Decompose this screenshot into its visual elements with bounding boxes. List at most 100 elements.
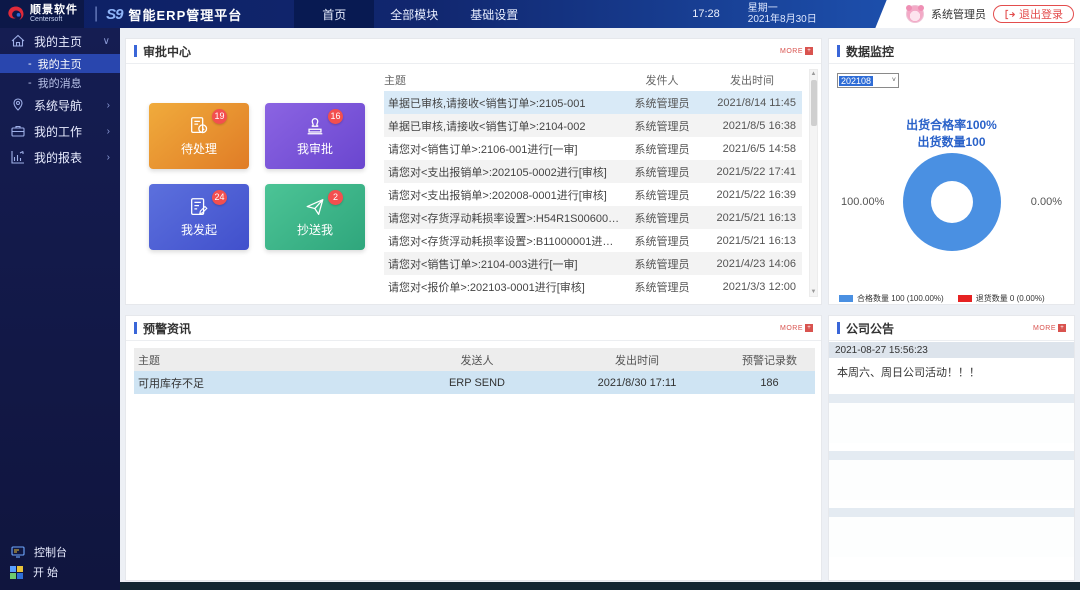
scroll-up-icon[interactable]: ▲ (810, 71, 817, 77)
announcement-empty-slot (829, 394, 1074, 403)
approvals-badge: 16 (328, 109, 343, 124)
chevron-down-icon: ∨ (103, 36, 110, 47)
panel-title: 公司公告 (837, 320, 894, 337)
bottom-strip (120, 582, 1080, 590)
scroll-down-icon[interactable]: ▼ (810, 289, 817, 295)
announcements-more-button[interactable]: MORE + (1033, 324, 1066, 332)
more-icon: + (1058, 324, 1066, 332)
more-label: MORE (780, 325, 803, 332)
console-button[interactable]: 控制台 (0, 542, 120, 562)
alerts-more-button[interactable]: MORE + (780, 324, 813, 332)
tile-pending[interactable]: 19 待处理 (149, 103, 249, 169)
tile-label: 我发起 (181, 221, 217, 238)
legend-entry-pass: 合格数量 100 (100.00%) (839, 293, 944, 304)
scrollbar-thumb[interactable] (811, 80, 817, 126)
approval-row[interactable]: 请您对<销售订单>:2104-003进行[一审]系统管理员2021/4/23 1… (384, 252, 802, 275)
panel-title: 数据监控 (837, 43, 894, 60)
donut-chart[interactable] (903, 153, 1001, 251)
tile-label: 待处理 (181, 140, 217, 157)
period-select[interactable]: 202108 ˅ (837, 73, 899, 88)
chevron-down-icon: ˅ (892, 77, 896, 84)
logo-swirl-icon (6, 4, 26, 24)
logout-icon (1004, 9, 1015, 20)
col-sender: 发送人 (400, 352, 550, 368)
logout-button[interactable]: 退出登录 (993, 5, 1074, 23)
document-edit-icon (188, 196, 210, 218)
tile-initiated-by-me[interactable]: 24 我发起 (149, 184, 249, 250)
approval-row[interactable]: 请您对<存货浮动耗损率设置>:H54R1S006002进行[审核]系统管理员20… (384, 206, 802, 229)
console-label: 控制台 (34, 544, 67, 560)
chevron-right-icon: › (107, 152, 110, 163)
approval-row[interactable]: 请您对<销售订单>:2106-001进行[一审]系统管理员2021/6/5 14… (384, 137, 802, 160)
user-avatar[interactable] (906, 5, 924, 23)
approval-table-body: 单据已审核,请接收<销售订单>:2105-001系统管理员2021/8/14 1… (384, 91, 802, 298)
announcement-empty-slot (829, 517, 1074, 557)
announcement-empty-slot (829, 508, 1074, 517)
tile-my-approvals[interactable]: 16 我审批 (265, 103, 365, 169)
sidebar-subitem-my-home[interactable]: - 我的主页 (0, 54, 120, 73)
stamp-icon (304, 115, 326, 137)
document-clock-icon (188, 115, 210, 137)
approval-center-panel: 审批中心 MORE + 19 待处理 16 我审批 24 (125, 38, 822, 305)
sidebar-item-label: 我的工作 (34, 123, 82, 140)
sidebar-item-my-work[interactable]: 我的工作 › (0, 118, 120, 144)
sidebar-item-system-nav[interactable]: 系统导航 › (0, 92, 120, 118)
tab-all-modules[interactable]: 全部模块 (374, 0, 454, 28)
alerts-panel: 预警资讯 MORE + 主题 发送人 发出时间 预警记录数 可用库存不足 ERP… (125, 315, 822, 581)
announcement-empty-slot (829, 460, 1074, 500)
sidebar-item-label: 我的报表 (34, 149, 82, 166)
col-alert-count: 预警记录数 (720, 352, 815, 368)
alerts-table: 主题 发送人 发出时间 预警记录数 可用库存不足 ERP SEND 2021/8… (134, 348, 815, 394)
erp-dashboard: 顺景软件 Centersoft | S9 智能ERP管理平台 首页 全部模块 基… (0, 0, 1080, 590)
chevron-right-icon: › (107, 126, 110, 137)
tile-label: 抄送我 (297, 221, 333, 238)
shipment-count-label: 出货数量100 (829, 134, 1074, 151)
briefcase-icon (10, 123, 26, 139)
approval-row[interactable]: 请您对<报价单>:202103-0001进行[审核]系统管理员2021/3/3 … (384, 275, 802, 298)
announcement-empty-slot (829, 403, 1074, 443)
clock-time: 17:28 (692, 8, 720, 20)
more-icon: + (805, 324, 813, 332)
donut-chart-area: 100.00% 0.00% (829, 153, 1074, 263)
weekday-label: 星期一 (748, 3, 817, 14)
company-logo: 顺景软件 Centersoft (0, 0, 84, 28)
legend-label: 合格数量 100 (100.00%) (857, 293, 944, 304)
subitem-dash: - (28, 77, 32, 89)
sidebar-item-my-home[interactable]: 我的主页 ∨ (0, 28, 120, 54)
sidebar-subitem-label: 我的消息 (38, 75, 82, 91)
approval-table-header: 主题 发件人 发出时间 (384, 69, 802, 91)
approval-table-scrollbar[interactable]: ▲ ▼ (809, 69, 818, 297)
approval-row[interactable]: 请您对<支出报销单>:202008-0001进行[审核]系统管理员2021/5/… (384, 183, 802, 206)
chart-legend: 合格数量 100 (100.00%) 退货数量 0 (0.00%) (839, 293, 1045, 304)
approval-row[interactable]: 请您对<支出报销单>:202105-0002进行[审核]系统管理员2021/5/… (384, 160, 802, 183)
sidebar-item-label: 我的主页 (34, 33, 82, 50)
approval-more-button[interactable]: MORE + (780, 47, 813, 55)
sidebar-subitem-my-messages[interactable]: - 我的消息 (0, 73, 120, 92)
date-label: 2021年8月30日 (748, 14, 817, 25)
logout-label: 退出登录 (1019, 6, 1063, 22)
announcement-content[interactable]: 本周六、周日公司活动！！！ (829, 358, 1074, 386)
announcement-empty-slot (829, 451, 1074, 460)
sidebar-item-my-reports[interactable]: 我的报表 › (0, 144, 120, 170)
tile-label: 我审批 (297, 140, 333, 157)
alert-row[interactable]: 可用库存不足 ERP SEND 2021/8/30 17:11 186 (134, 371, 815, 394)
start-button[interactable]: 开 始 (0, 562, 120, 582)
col-sent-time: 发出时间 (702, 72, 802, 88)
username-label: 系统管理员 (931, 6, 986, 22)
more-label: MORE (1033, 325, 1056, 332)
pass-rate-label: 出货合格率100% (829, 117, 1074, 134)
announcements-panel: 公司公告 MORE + 2021-08-27 15:56:23 本周六、周日公司… (828, 315, 1075, 581)
period-value: 202108 (839, 76, 873, 86)
logo-subtitle: Centersoft (30, 16, 78, 24)
approval-row[interactable]: 单据已审核,请接收<销售订单>:2105-001系统管理员2021/8/14 1… (384, 91, 802, 114)
approval-row[interactable]: 单据已审核,请接收<销售订单>:2104-002系统管理员2021/8/5 16… (384, 114, 802, 137)
panel-title: 预警资讯 (134, 320, 191, 337)
main-nav: 首页 全部模块 基础设置 (294, 0, 534, 28)
tile-cc-to-me[interactable]: 2 抄送我 (265, 184, 365, 250)
chevron-right-icon: › (107, 100, 110, 111)
approval-row[interactable]: 请您对<存货浮动耗损率设置>:B11000001进行[审核]系统管理员2021/… (384, 229, 802, 252)
main-content: 审批中心 MORE + 19 待处理 16 我审批 24 (120, 28, 1080, 590)
tab-base-settings[interactable]: 基础设置 (454, 0, 534, 28)
alerts-table-header: 主题 发送人 发出时间 预警记录数 (134, 348, 815, 371)
tab-home[interactable]: 首页 (294, 0, 374, 28)
